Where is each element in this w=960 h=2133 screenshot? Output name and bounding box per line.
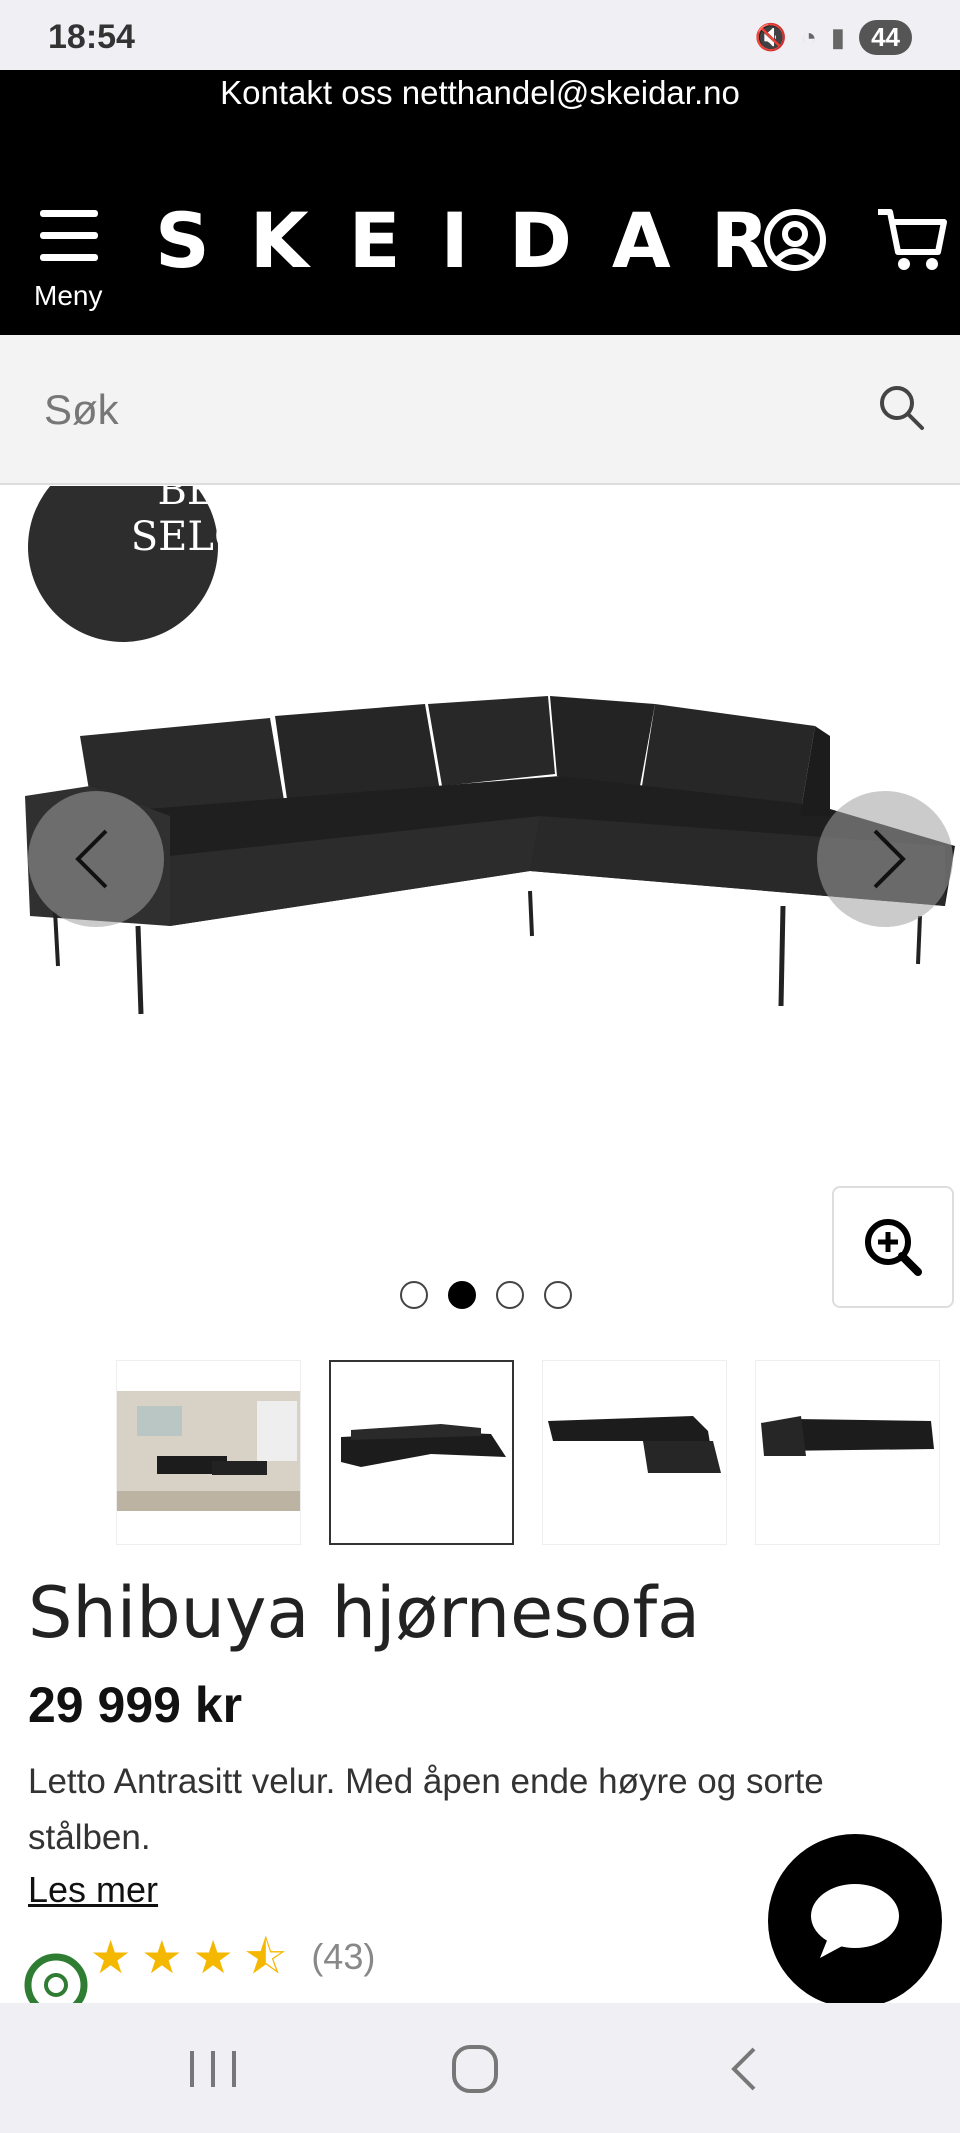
thumbnail-image — [117, 1391, 300, 1511]
site-logo[interactable]: SKEIDAR — [155, 196, 809, 285]
thumbnail-image — [548, 1416, 721, 1473]
system-nav-bar — [0, 2003, 960, 2133]
chevron-left-icon — [75, 829, 108, 889]
eco-icon[interactable] — [20, 1945, 96, 2005]
slide-dot[interactable] — [544, 1281, 572, 1309]
wifi-icon: ◔ — [801, 22, 817, 52]
status-time: 18:54 — [48, 18, 135, 56]
previous-image-button[interactable] — [28, 791, 164, 927]
thumbnail-2[interactable] — [329, 1360, 514, 1545]
mute-icon: 🔇 — [754, 22, 788, 52]
menu-icon-bar — [40, 254, 98, 261]
rating-count: (43) — [311, 1936, 376, 1977]
star-half-icon: ⯪ — [243, 1931, 288, 1983]
slide-indicator — [400, 1281, 572, 1309]
slide-dot-active[interactable] — [448, 1281, 476, 1309]
slide-dot[interactable] — [496, 1281, 524, 1309]
recent-apps-icon[interactable] — [178, 2041, 248, 2097]
home-icon[interactable] — [440, 2041, 510, 2097]
signal-icon: ▮ — [830, 22, 846, 52]
star-icon: ★ — [90, 1931, 132, 1983]
menu-button[interactable]: Meny — [30, 210, 110, 311]
star-icon: ★ — [192, 1931, 234, 1983]
product-price: 29 999 kr — [28, 1677, 243, 1733]
thumbnail-1[interactable] — [116, 1360, 301, 1545]
thumbnail-image — [761, 1416, 934, 1456]
thumbnail-image — [341, 1424, 506, 1467]
status-bar: 18:54 🔇 ◔ ▮ 44 — [0, 0, 960, 70]
chat-icon — [811, 1884, 899, 1958]
back-icon[interactable] — [708, 2041, 778, 2097]
search-icon[interactable] — [876, 382, 926, 432]
read-more-link[interactable]: Les mer — [28, 1869, 158, 1911]
product-gallery[interactable]: BEST- SELGER — [0, 486, 960, 1336]
chat-button[interactable] — [768, 1834, 942, 2008]
zoom-in-icon — [865, 1219, 922, 1276]
cart-icon[interactable] — [876, 206, 948, 274]
account-icon[interactable] — [763, 208, 827, 272]
product-rating[interactable]: ★ ★ ★ ⯪ (43) — [90, 1934, 375, 1980]
contact-line[interactable]: Kontakt oss netthandel@skeidar.no — [0, 74, 960, 112]
battery-badge: 44 — [859, 20, 912, 55]
search-bar — [0, 335, 960, 485]
thumbnail-4[interactable] — [755, 1360, 940, 1545]
star-icon: ★ — [141, 1931, 183, 1983]
next-image-button[interactable] — [817, 791, 953, 927]
badge-line2: SELGER — [130, 514, 306, 560]
product-title: Shibuya hjørnesofa — [28, 1572, 701, 1654]
menu-icon-bar — [40, 232, 98, 239]
status-icons: 🔇 ◔ ▮ 44 — [755, 20, 912, 55]
thumbnail-strip — [116, 1360, 940, 1545]
menu-icon — [40, 210, 98, 217]
slide-dot[interactable] — [400, 1281, 428, 1309]
badge-line1: BEST- — [157, 486, 279, 514]
menu-label: Meny — [34, 280, 103, 311]
thumbnail-3[interactable] — [542, 1360, 727, 1545]
search-input[interactable] — [44, 375, 824, 445]
chevron-right-icon — [873, 829, 906, 889]
site-header: Kontakt oss netthandel@skeidar.no Meny S… — [0, 70, 960, 335]
zoom-button[interactable] — [832, 1186, 954, 1308]
